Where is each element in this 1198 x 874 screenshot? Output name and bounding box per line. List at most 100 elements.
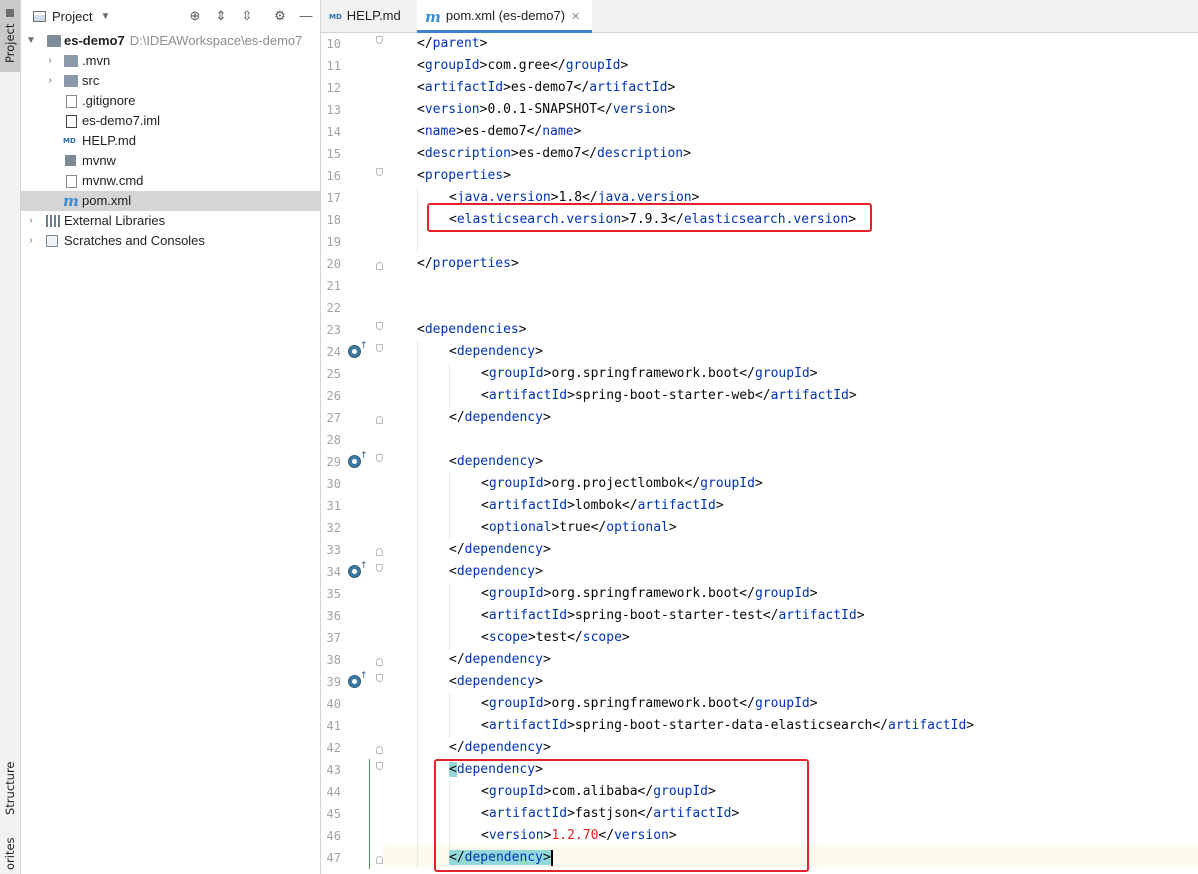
arrow-up-icon: ↑ [360,561,368,571]
root-project-path: D:\IDEAWorkspace\es-demo7 [129,33,303,48]
xml-text: </ [417,36,433,51]
tree-item-external-libraries[interactable]: › External Libraries [21,211,320,231]
xml-tag-name: dependency [456,564,536,579]
tree-item-label: pom.xml [82,193,132,208]
tree-item-label: External Libraries [64,213,166,228]
maven-file-icon: m [63,192,79,210]
gear-icon[interactable]: ⚙ [273,9,287,23]
root-project-name: es-demo7 [64,33,125,48]
tree-item-iml[interactable]: es-demo7.iml [21,111,320,131]
tree-item-mvnw-cmd[interactable]: mvnw.cmd [21,171,320,191]
fold-end-icon[interactable] [376,746,383,754]
chevron-right-icon[interactable]: › [45,71,55,91]
tab-help-md[interactable]: MD HELP.md [321,0,416,32]
tree-root-es-demo7[interactable]: ▼ es-demo7 D:\IDEAWorkspace\es-demo7 [21,31,320,51]
line-number: 33 [326,543,341,557]
code-line: <artifactId>spring-boot-starter-test</ar… [481,605,865,627]
tree-item-mvn[interactable]: › .mvn [21,51,320,71]
fold-collapse-icon[interactable] [376,674,383,682]
fold-collapse-icon[interactable] [376,454,383,462]
xml-text: >org.springframework.boot</ [543,696,755,711]
favorites-tool-tab[interactable]: orites [0,834,20,874]
project-panel: Project ▼ ⊕ ⇕ ⇳ ⚙ — ▼ es-demo7 D:\IDEAWor… [21,0,321,874]
fold-collapse-icon[interactable] [376,36,383,44]
collapse-all-icon[interactable]: ⇳ [240,9,254,23]
xml-tag-name: scope [488,630,528,645]
xml-tag-name: dependency [464,850,543,865]
library-icon [46,215,60,227]
code-line: <optional>true</optional> [481,517,677,539]
markdown-file-icon: MD [63,137,76,145]
expand-all-icon[interactable]: ⇕ [214,9,228,23]
hide-panel-icon[interactable]: — [299,9,313,23]
xml-text: < [417,322,425,337]
xml-text: > [848,388,857,403]
fold-end-icon[interactable] [376,856,383,864]
xml-text: < [417,146,425,161]
xml-text: > [848,212,857,227]
xml-tag-name: artifactId [637,498,716,513]
tab-pom-xml[interactable]: m pom.xml (es-demo7) ✕ [417,0,592,33]
fold-collapse-icon[interactable] [376,344,383,352]
xml-tag-name: properties [424,168,504,183]
xml-text: >es-demo7</ [503,80,590,95]
tree-item-label: .mvn [82,53,111,68]
xml-tag-name: description [424,146,511,161]
tree-item-scratches[interactable]: › Scratches and Consoles [21,231,320,251]
xml-text: > [542,740,551,755]
code-line: <dependency> [449,671,543,693]
tree-item-help-md[interactable]: MD HELP.md [21,131,320,151]
xml-text: > [573,124,582,139]
tree-item-src[interactable]: › src [21,71,320,91]
xml-text: < [481,476,489,491]
close-icon[interactable]: ✕ [571,11,580,23]
chevron-down-icon[interactable]: ▼ [100,11,110,22]
fold-collapse-icon[interactable] [376,762,383,770]
line-number: 23 [326,323,341,337]
fold-end-icon[interactable] [376,262,383,270]
xml-text: </ [417,256,433,271]
tree-item-label: es-demo7.iml [82,113,161,128]
fold-end-icon[interactable] [376,658,383,666]
xml-text: >es-demo7</ [456,124,543,139]
xml-tag-name: artifactId [653,806,732,821]
xml-text: > [668,828,677,843]
code-line: <artifactId>spring-boot-starter-data-ela… [481,715,974,737]
chevron-right-icon[interactable]: › [26,211,36,231]
line-number: 11 [326,59,341,73]
fold-end-icon[interactable] [376,548,383,556]
tree-item-mvnw[interactable]: mvnw [21,151,320,171]
line-number: 29 [326,455,341,469]
indent-guide [449,363,450,407]
chevron-down-icon[interactable]: ▼ [26,31,36,51]
line-number: 39 [326,675,341,689]
line-number: 21 [326,279,341,293]
xml-tag-name: name [424,124,457,139]
xml-text: < [417,124,425,139]
tree-item-gitignore[interactable]: .gitignore [21,91,320,111]
locate-file-icon[interactable]: ⊕ [188,9,202,23]
xml-tag-name: artifactId [778,608,857,623]
fold-collapse-icon[interactable] [376,564,383,572]
vcs-change-marker [369,759,370,869]
editor-tab-bar: MD HELP.md m pom.xml (es-demo7) ✕ [321,0,1198,33]
fold-collapse-icon[interactable] [376,168,383,176]
line-number: 47 [326,851,341,865]
line-number: 38 [326,653,341,667]
fold-collapse-icon[interactable] [376,322,383,330]
code-editor[interactable]: 10 11 12 13 14 15 16 17 18 19 20 21 22 23 24 25 26 27 28 29… [321,33,1198,874]
chevron-right-icon[interactable]: › [45,51,55,71]
xml-tag-name: groupId [424,58,480,73]
xml-text: </ [449,542,465,557]
project-tool-tab[interactable]: Project [0,0,20,72]
xml-text: < [449,212,457,227]
fold-end-icon[interactable] [376,416,383,424]
line-number: 40 [326,697,341,711]
xml-text: > [535,564,543,579]
code-line: <dependency> [449,341,543,363]
text-caret [550,849,553,866]
project-panel-title[interactable]: Project [52,9,92,24]
chevron-right-icon[interactable]: › [26,231,36,251]
tree-item-pom-xml[interactable]: m pom.xml [21,191,320,211]
structure-tool-tab[interactable]: Structure [0,752,20,824]
